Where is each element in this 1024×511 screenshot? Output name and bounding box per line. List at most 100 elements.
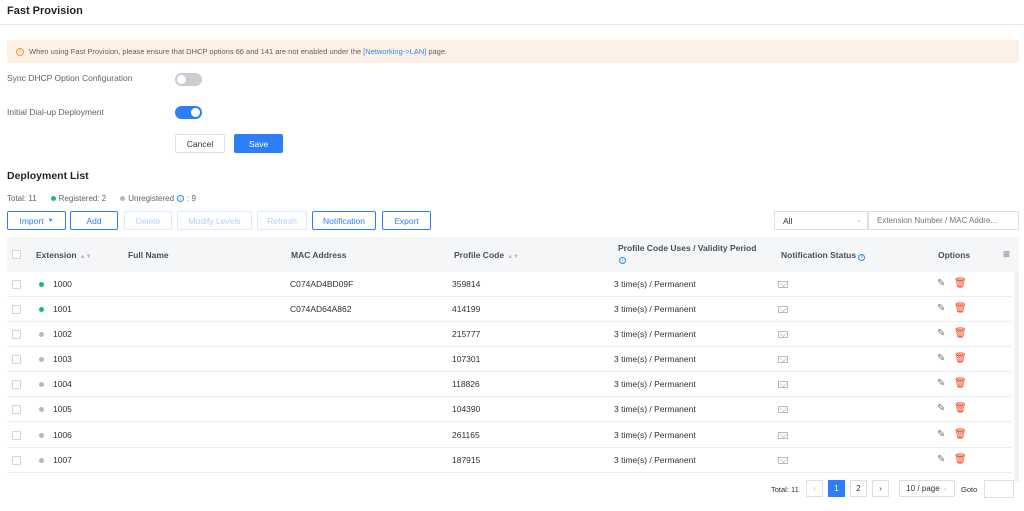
mail-icon [778,381,788,388]
table-scrollbar[interactable] [1014,272,1019,482]
table-row: 1005 104390 3 time(s) / Permanent ✎ 🗑 [7,397,1012,422]
delete-icon[interactable]: 🗑 [954,303,967,314]
goto-label: Goto [961,485,978,494]
profile-code-uses-cell: 3 time(s) / Permanent [614,455,696,465]
sort-icon[interactable]: ▲▼ [507,254,519,260]
page-size-select[interactable]: 10 / page ⌄ [899,480,955,497]
cancel-button[interactable]: Cancel [175,134,225,153]
extension-cell: 1000 [53,279,72,289]
edit-icon[interactable]: ✎ [937,278,948,289]
delete-icon[interactable]: 🗑 [954,353,967,364]
refresh-button[interactable]: Refresh [257,211,307,230]
mail-icon [778,356,788,363]
export-button[interactable]: Export [382,211,431,230]
notification-button[interactable]: Notification [312,211,376,230]
chevron-down-icon: ▼ [47,217,54,224]
chevron-right-icon: › [879,484,882,493]
mail-icon [778,457,788,464]
edit-icon[interactable]: ✎ [937,454,948,465]
edit-icon[interactable]: ✎ [937,353,948,364]
mail-icon [778,406,788,413]
select-all-checkbox[interactable] [12,250,21,259]
dialup-deployment-label: Initial Dial-up Deployment [7,107,104,117]
sync-dhcp-toggle[interactable] [175,73,202,86]
page-title: Fast Provision [7,5,83,17]
modify-levels-button[interactable]: Modify Levels [177,211,252,230]
delete-icon[interactable]: 🗑 [954,328,967,339]
add-button[interactable]: Add [70,211,118,230]
edit-icon[interactable]: ✎ [937,403,948,414]
row-checkbox[interactable] [12,380,21,389]
search-input[interactable] [868,211,1019,230]
warning-alert: ! When using Fast Provision, please ensu… [7,40,1019,63]
dialup-deployment-toggle[interactable] [175,106,202,119]
delete-button[interactable]: Delete [124,211,172,230]
extension-header[interactable]: Extension ▲▼ [36,250,92,260]
delete-icon[interactable]: 🗑 [954,403,967,414]
profile-code-cell: 414199 [452,304,481,314]
column-menu-icon[interactable]: ≡ [1003,247,1010,261]
status-dot [39,433,44,438]
unregistered-count: : 9 [187,194,196,203]
import-dropdown-button[interactable]: Import ▼ [7,211,66,230]
save-button[interactable]: Save [234,134,283,153]
status-filter-value: All [783,215,793,226]
extension-cell: 1003 [53,354,72,364]
sort-icon[interactable]: ▲▼ [80,254,92,260]
status-dot [39,382,44,387]
sync-dhcp-label: Sync DHCP Option Configuration [7,73,133,83]
deployment-counts: Total: 11 Registered: 2 Unregistered i :… [7,194,196,203]
row-checkbox[interactable] [12,305,21,314]
info-icon[interactable]: i [177,195,185,202]
table-row: 1000 C074AD4BD09F 359814 3 time(s) / Perman… [7,272,1012,297]
toggle-knob [191,108,200,117]
profile-code-cell: 215777 [452,329,481,339]
title-divider [0,24,1024,25]
edit-icon[interactable]: ✎ [937,429,948,440]
delete-icon[interactable]: 🗑 [954,429,967,440]
info-icon[interactable]: i [619,257,626,264]
status-dot [39,332,44,337]
profile-code-uses-cell: 3 time(s) / Permanent [614,379,696,389]
row-checkbox[interactable] [12,431,21,440]
row-checkbox[interactable] [12,405,21,414]
mail-icon [778,306,788,313]
row-checkbox[interactable] [12,330,21,339]
mail-icon [778,331,788,338]
next-page-button[interactable]: › [872,480,889,497]
edit-icon[interactable]: ✎ [937,328,948,339]
profile-code-header[interactable]: Profile Code ▲▼ [454,250,519,260]
table-header: Extension ▲▼ Full Name MAC Address Profil… [7,237,1019,272]
profile-code-uses-cell: 3 time(s) / Permanent [614,304,696,314]
page-1-button[interactable]: 1 [828,480,845,497]
status-filter-select[interactable]: All ⌄ [774,211,868,230]
profile-code-uses-cell: 3 time(s) / Permanent [614,404,696,414]
page-2-button[interactable]: 2 [850,480,867,497]
edit-icon[interactable]: ✎ [937,378,948,389]
row-checkbox[interactable] [12,355,21,364]
info-icon[interactable]: i [858,253,866,261]
page-size-value: 10 / page [906,484,940,493]
delete-icon[interactable]: 🗑 [954,278,967,289]
prev-page-button[interactable]: ‹ [806,480,823,497]
deployment-list-title: Deployment List [7,170,89,182]
total-count: Total: 11 [7,194,37,203]
profile-code-cell: 359814 [452,279,481,289]
extension-cell: 1007 [53,455,72,465]
row-checkbox[interactable] [12,280,21,289]
goto-page-input[interactable] [984,480,1014,498]
profile-code-cell: 261165 [452,430,480,440]
table-row: 1001 C074AD64A862 414199 3 time(s) / Perman… [7,297,1012,322]
networking-lan-link[interactable]: [Networking->LAN] [363,47,426,56]
unregistered-label: Unregistered [128,194,175,203]
extension-cell: 1005 [53,404,72,414]
delete-icon[interactable]: 🗑 [954,378,967,389]
delete-icon[interactable]: 🗑 [954,454,967,465]
alert-text: When using Fast Provision, please ensure… [29,47,362,56]
profile-code-uses-cell: 3 time(s) / Permanent [614,329,696,339]
registered-dot [50,196,56,201]
row-checkbox[interactable] [12,456,21,465]
profile-code-uses-header: Profile Code Uses / Validity Period [618,243,757,253]
edit-icon[interactable]: ✎ [937,303,948,314]
profile-code-uses-cell: 3 time(s) / Permanent [614,279,696,289]
